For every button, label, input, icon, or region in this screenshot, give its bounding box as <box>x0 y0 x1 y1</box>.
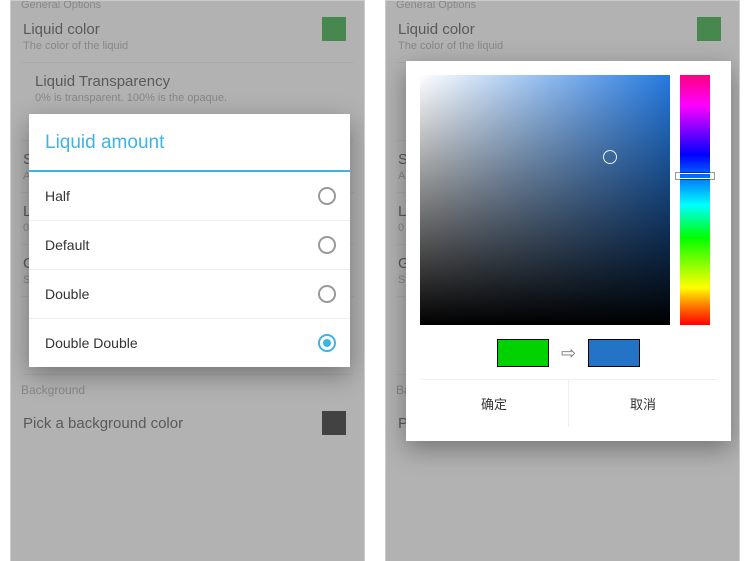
swatch-new-color <box>588 339 640 367</box>
two-screenshots-layout: General Options Liquid color The color o… <box>0 0 750 561</box>
option-label: Double <box>45 286 89 302</box>
option-label: Half <box>45 188 70 204</box>
option-double-double[interactable]: Double Double <box>29 319 350 367</box>
saturation-value-panel[interactable] <box>420 75 670 325</box>
device-left: General Options Liquid color The color o… <box>10 0 365 561</box>
ok-button[interactable]: 确定 <box>420 380 569 427</box>
option-label: Default <box>45 237 89 253</box>
option-double[interactable]: Double <box>29 270 350 319</box>
swatch-old-color <box>497 339 549 367</box>
radio-icon-checked <box>318 334 336 352</box>
option-label: Double Double <box>45 335 138 351</box>
dialog-color-picker: ⇨ 确定 取消 <box>406 61 731 441</box>
hue-cursor-icon[interactable] <box>676 173 714 179</box>
radio-icon <box>318 187 336 205</box>
device-right: General Options Liquid color The color o… <box>385 0 740 561</box>
color-compare: ⇨ <box>420 339 717 367</box>
radio-icon <box>318 285 336 303</box>
picker-button-row: 确定 取消 <box>420 379 717 427</box>
dialog-title: Liquid amount <box>29 114 350 172</box>
cancel-button[interactable]: 取消 <box>569 380 717 427</box>
radio-icon <box>318 236 336 254</box>
color-picker-body <box>420 75 717 325</box>
hue-slider[interactable] <box>680 75 710 325</box>
option-half[interactable]: Half <box>29 172 350 221</box>
arrow-right-icon: ⇨ <box>561 343 576 364</box>
dialog-liquid-amount: Liquid amount Half Default Double Double… <box>29 114 350 367</box>
sv-cursor-icon[interactable] <box>603 150 617 164</box>
option-default[interactable]: Default <box>29 221 350 270</box>
screen-right: General Options Liquid color The color o… <box>386 1 739 561</box>
screen-left: General Options Liquid color The color o… <box>11 1 364 561</box>
sv-black-gradient <box>420 75 670 325</box>
